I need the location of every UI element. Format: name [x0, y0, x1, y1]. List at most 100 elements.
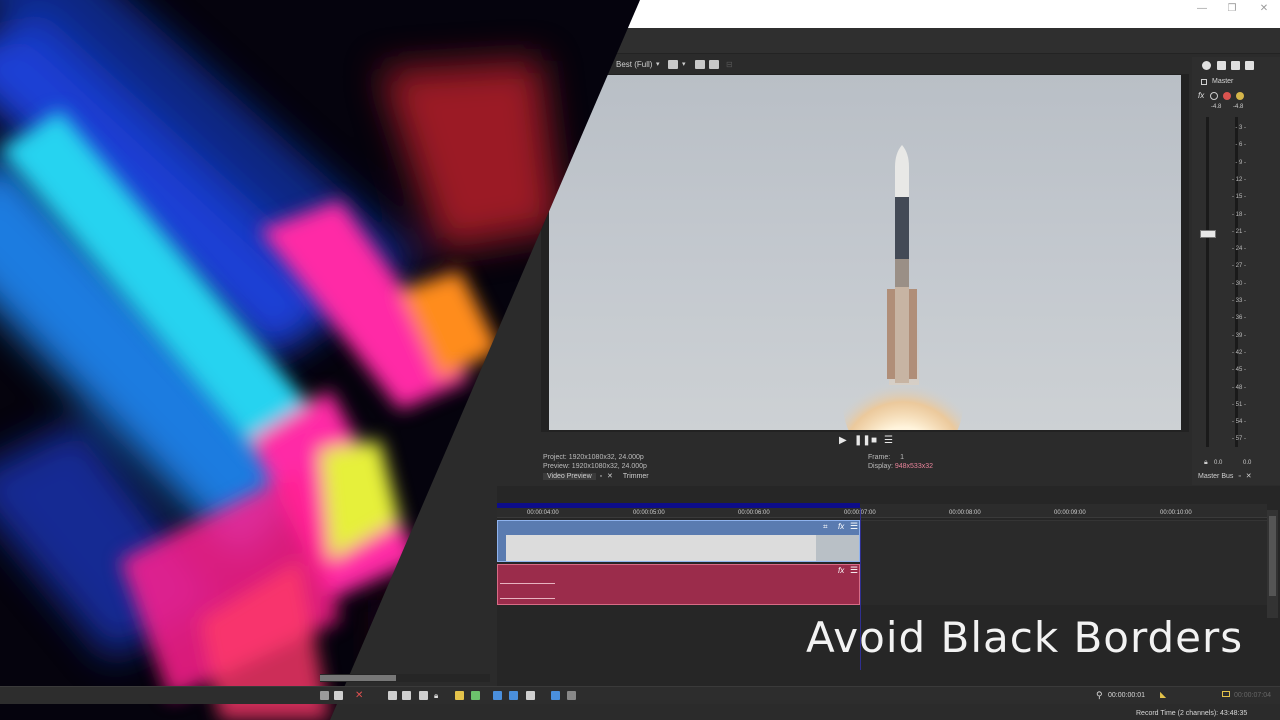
ruler-label: 00:00:10:00: [1160, 510, 1192, 516]
menu-icon[interactable]: ☰: [850, 565, 858, 576]
trim-end-icon[interactable]: [402, 691, 411, 700]
audio-event[interactable]: fx ☰: [497, 564, 860, 605]
timeline-horizontal-scrollbar[interactable]: [320, 674, 490, 682]
video-frame: [549, 75, 1181, 430]
tab-video-preview[interactable]: Video Preview: [543, 473, 596, 480]
meter-tick-label: - 27 -: [1231, 263, 1246, 270]
cursor-timecode[interactable]: 00:00:00:01: [1108, 692, 1145, 699]
meter-tick-label: - 30 -: [1231, 280, 1246, 287]
close-window-button[interactable]: ✕: [1250, 2, 1278, 16]
video-thumbnail-last: [816, 535, 859, 561]
undock-icon[interactable]: ▫: [1238, 473, 1240, 480]
zoom-icon[interactable]: [320, 691, 329, 700]
copy-snapshot-icon[interactable]: [695, 60, 705, 69]
timeline-bottom-toolbar: ✕ 🔒︎ ⚲ 00:00:00:01 ◣ 00:00:07:04: [0, 686, 1280, 704]
restore-button[interactable]: ❐: [1218, 2, 1246, 16]
split-screen-icon[interactable]: ⊟: [726, 57, 733, 73]
caption-overlay: Avoid Black Borders: [806, 613, 1244, 662]
record-time-status: Record Time (2 channels): 43:48:35: [1136, 710, 1248, 717]
play-icon[interactable]: ▶: [839, 436, 847, 446]
timeline-vertical-scrollbar[interactable]: [1267, 510, 1278, 618]
ruler-label: 00:00:06:00: [738, 510, 770, 516]
level-right: 0.0: [1243, 460, 1252, 466]
meter-tick-label: - 15 -: [1231, 194, 1246, 201]
delete-icon[interactable]: ✕: [355, 691, 364, 701]
tab-trimmer[interactable]: Trimmer: [623, 473, 649, 480]
grouping-icon[interactable]: [551, 691, 560, 700]
split-icon[interactable]: [419, 691, 428, 700]
waveform-left: [500, 583, 555, 584]
mixer-icon[interactable]: [1245, 61, 1254, 70]
master-fader[interactable]: [1200, 230, 1216, 238]
undock-icon[interactable]: ▫: [600, 473, 602, 480]
frame-value: 1: [900, 454, 905, 461]
display-label: Display:: [868, 463, 893, 470]
scroll-thumb[interactable]: [320, 675, 396, 681]
overlays-icon[interactable]: [668, 60, 678, 69]
ripple-icon[interactable]: [526, 691, 535, 700]
project-label: Project:: [543, 454, 567, 461]
fx-icon[interactable]: fx: [838, 522, 844, 531]
timeline-empty-area[interactable]: [860, 520, 1267, 605]
solo-icon[interactable]: [1236, 92, 1244, 100]
marker-icon[interactable]: [455, 691, 464, 700]
pause-icon[interactable]: ❚❚: [854, 436, 871, 446]
scroll-thumb[interactable]: [1269, 516, 1276, 596]
menu-icon[interactable]: ☰: [884, 436, 893, 446]
meter-tick-label: - 51 -: [1231, 401, 1246, 408]
mute-icon[interactable]: [1223, 92, 1231, 100]
preview-toolbar: ▾ Best (Full) ▾ ▾ ⊟: [600, 57, 1190, 73]
region-icon[interactable]: [471, 691, 480, 700]
meter-tick-label: - 21 -: [1231, 228, 1246, 235]
chevron-down-icon[interactable]: ▾: [656, 57, 660, 73]
lock-icon[interactable]: 🔒︎: [1204, 459, 1208, 467]
peak-left: -4.8: [1211, 104, 1222, 110]
master-checkbox[interactable]: [1201, 79, 1207, 85]
meter-tick-label: - 36 -: [1231, 315, 1246, 322]
fx-icon[interactable]: fx: [1198, 91, 1204, 100]
meter-tick-label: - 6 -: [1235, 142, 1246, 149]
snap-icon[interactable]: [493, 691, 502, 700]
fx-row: fx: [1198, 91, 1248, 101]
meter-tick-label: - 48 -: [1231, 384, 1246, 391]
video-event[interactable]: ⌗ fx ☰: [497, 520, 860, 562]
save-snapshot-icon[interactable]: [709, 60, 719, 69]
settings-icon[interactable]: [1210, 92, 1218, 100]
select-tool-icon[interactable]: [334, 691, 343, 700]
meter-tick-label: - 9 -: [1235, 159, 1246, 166]
meter-tick-label: - 18 -: [1231, 211, 1246, 218]
options-icon[interactable]: [567, 691, 576, 700]
level-left: 0.0: [1214, 460, 1223, 466]
stop-icon[interactable]: ■: [871, 436, 877, 446]
ruler-label: 00:00:04:00: [527, 510, 559, 516]
downmix-icon[interactable]: [1217, 61, 1226, 70]
ruler-label: 00:00:09:00: [1054, 510, 1086, 516]
preview-label: Preview:: [543, 463, 570, 470]
project-info: Project: 1920x1080x32, 24.000p Preview: …: [543, 453, 647, 471]
speaker-icon[interactable]: [1231, 61, 1240, 70]
fx-icon[interactable]: fx: [838, 566, 844, 575]
tab-master-bus[interactable]: Master Bus: [1198, 473, 1233, 480]
preview-tab-row: Video Preview ▫ ✕ Trimmer: [543, 471, 649, 482]
trim-start-icon[interactable]: [388, 691, 397, 700]
preview-quality-dropdown[interactable]: Best (Full): [616, 57, 652, 73]
dropdown-arrow-icon[interactable]: ▾: [600, 57, 604, 73]
auto-crossfade-icon[interactable]: [509, 691, 518, 700]
display-value: 948x533x32: [894, 463, 934, 470]
close-tab-icon[interactable]: ✕: [607, 473, 613, 480]
close-tab-icon[interactable]: ✕: [1246, 473, 1252, 480]
meter-tick-label: - 3 -: [1235, 125, 1246, 131]
gear-icon[interactable]: [1202, 61, 1211, 70]
waveform-right: [500, 598, 555, 599]
loop-region[interactable]: [497, 503, 860, 508]
menu-icon[interactable]: ☰: [850, 521, 858, 532]
vegas-editor-window: — ❐ ✕ ▾ Best (Full) ▾ ▾ ⊟ ▶ ❚❚ ■ ☰ Proje…: [0, 0, 1280, 720]
crop-icon[interactable]: ⌗: [823, 522, 828, 532]
chevron-down-icon[interactable]: ▾: [682, 57, 686, 73]
window-titlebar: — ❐ ✕: [0, 0, 1280, 28]
minimize-button[interactable]: —: [1188, 2, 1216, 16]
lock-icon[interactable]: 🔒︎: [434, 691, 443, 700]
project-value: 1920x1080x32, 24.000p: [568, 454, 644, 461]
end-timecode: 00:00:07:04: [1234, 692, 1271, 699]
master-bus-tab-row: Master Bus ▫ ✕: [1198, 471, 1252, 482]
